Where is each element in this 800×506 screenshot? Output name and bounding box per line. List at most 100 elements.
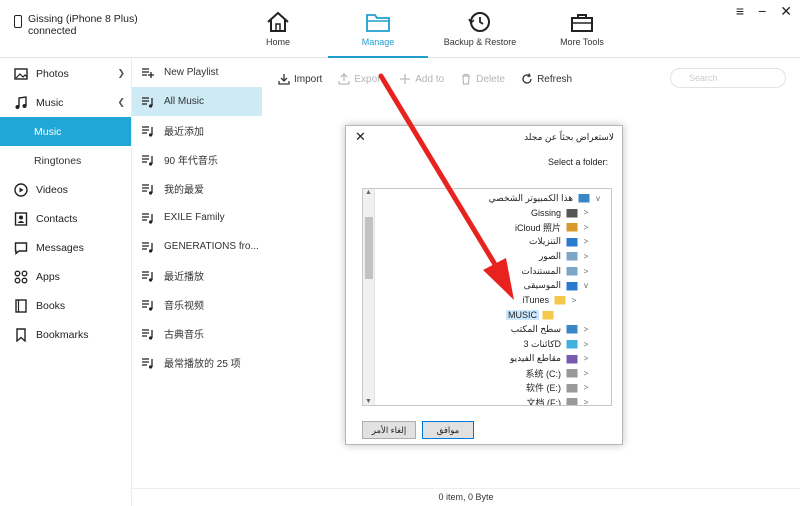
expand-chevron-icon[interactable]: > — [581, 325, 591, 334]
folder-tree-label: الصور — [538, 250, 561, 261]
playlist-icon — [142, 96, 153, 108]
expand-chevron-icon[interactable]: > — [581, 398, 591, 405]
playlist-item[interactable]: 最常播放的 25 项 — [132, 348, 262, 377]
folder-tree-label: 文档 (F:) — [526, 397, 562, 406]
tree-scrollbar[interactable]: ▲ ▼ — [363, 189, 375, 405]
folder-tree-node[interactable]: MUSIC — [506, 308, 567, 322]
sidebar-item-photos[interactable]: Photos ❯ — [0, 59, 131, 88]
playlist-item[interactable]: 音乐视频 — [132, 290, 262, 319]
sidebar-item-apps[interactable]: Apps — [0, 262, 131, 291]
sidebar-item-bookmarks[interactable]: Bookmarks — [0, 320, 131, 349]
sidebar-item-books[interactable]: Books — [0, 291, 131, 320]
nav-manage[interactable]: Manage — [328, 0, 428, 58]
scroll-up-icon[interactable]: ▲ — [365, 189, 372, 196]
expand-chevron-icon[interactable]: > — [581, 383, 591, 392]
dialog-prompt: Select a folder: — [547, 157, 608, 167]
expand-chevron-icon[interactable]: v — [581, 281, 591, 290]
search-input[interactable]: Search — [670, 68, 786, 88]
folder-tree-node[interactable]: > سطح المكتب — [509, 322, 591, 336]
import-button[interactable]: Import — [278, 73, 322, 85]
folder-tree-node[interactable]: > كائنات 3D — [522, 337, 591, 351]
folder-tree-node[interactable]: > الصور — [537, 249, 591, 263]
browse-folder-dialog: ✕ لاستعراض بحثاً عن مجلد Select a folder… — [345, 125, 623, 445]
playlist-label: 最近添加 — [164, 127, 204, 138]
toolbox-icon — [571, 14, 593, 32]
folder-tree-node[interactable]: > 软件 (E:) — [524, 381, 591, 395]
folder-tree[interactable]: ▲ ▼ v هذا الكمبيوتر الشخصي > Gissing > iCloud… — [362, 188, 612, 406]
cancel-button[interactable]: إلغاء الأمر — [362, 421, 416, 439]
folder-tree-node[interactable]: > iTunes — [520, 293, 579, 307]
expand-chevron-icon[interactable]: > — [581, 340, 591, 349]
sidebar-subitem-music[interactable]: Music — [0, 117, 131, 146]
playlist-item[interactable]: GENERATIONS fro... — [132, 232, 262, 261]
expand-chevron-icon[interactable]: > — [581, 237, 591, 246]
minimize-icon[interactable]: − — [758, 3, 766, 20]
nav-backup-restore[interactable]: Backup & Restore — [430, 0, 530, 58]
folder-icon — [366, 14, 390, 32]
delete-button[interactable]: Delete — [460, 73, 505, 85]
folder-tree-node[interactable]: > المستندات — [519, 264, 591, 278]
nav-more-tools[interactable]: More Tools — [532, 0, 632, 58]
playlist-label: 最近播放 — [164, 272, 204, 283]
scroll-thumb[interactable] — [365, 217, 373, 279]
sidebar-item-music[interactable]: Music ❮ — [0, 88, 131, 117]
sidebar-item-label: Music — [36, 96, 64, 109]
expand-chevron-icon[interactable]: > — [581, 354, 591, 363]
expand-chevron-icon[interactable]: v — [593, 194, 603, 203]
playlist-icon — [142, 328, 153, 340]
sidebar-item-messages[interactable]: Messages — [0, 233, 131, 262]
playlist-item[interactable]: 最近添加 — [132, 116, 262, 145]
folder-icon — [566, 208, 578, 218]
status-bar: 0 item, 0 Byte — [132, 488, 800, 506]
nav-backup-label: Backup & Restore — [443, 37, 517, 47]
sidebar-item-contacts[interactable]: Contacts — [0, 204, 131, 233]
home-icon — [267, 11, 289, 32]
playlist-item[interactable]: 古典音乐 — [132, 319, 262, 348]
playlist-item[interactable]: 我的最爱 — [132, 174, 262, 203]
folder-tree-label: 软件 (E:) — [526, 383, 561, 394]
add-to-button[interactable]: Add to — [399, 73, 444, 85]
folder-tree-node[interactable]: > iCloud 照片 — [513, 220, 591, 234]
play-circle-icon — [14, 182, 28, 197]
phone-icon — [14, 15, 22, 28]
ok-button[interactable]: موافق — [422, 421, 474, 439]
sidebar-item-videos[interactable]: Videos — [0, 175, 131, 204]
nav-home-label: Home — [265, 37, 290, 47]
expand-chevron-icon[interactable]: > — [581, 223, 591, 232]
playlist-item[interactable]: EXILE Family — [132, 203, 262, 232]
expand-chevron-icon[interactable]: > — [581, 369, 591, 378]
new-playlist-button[interactable]: New Playlist — [132, 58, 262, 87]
menu-icon[interactable]: ≡ — [736, 3, 744, 20]
expand-chevron-icon[interactable]: > — [581, 252, 591, 261]
dialog-close-icon[interactable]: ✕ — [355, 129, 366, 145]
folder-tree-node[interactable]: > 系统 (C:) — [524, 366, 592, 380]
folder-icon — [578, 194, 590, 203]
scroll-down-icon[interactable]: ▼ — [365, 398, 372, 405]
expand-chevron-icon[interactable]: > — [581, 208, 591, 217]
folder-tree-node[interactable]: v هذا الكمبيوتر الشخصي — [487, 191, 603, 205]
expand-chevron-icon[interactable]: > — [569, 296, 579, 305]
export-button[interactable]: Export — [338, 73, 383, 85]
folder-tree-node[interactable]: v الموسيقى — [522, 279, 591, 293]
sidebar-subitem-ringtones[interactable]: Ringtones — [0, 146, 131, 175]
playlist-item[interactable]: All Music — [132, 87, 262, 116]
device-info: Gissing (iPhone 8 Plus) connected — [14, 13, 138, 37]
folder-icon — [566, 237, 578, 247]
playlist-label: 古典音乐 — [164, 330, 204, 341]
folder-tree-node[interactable]: > Gissing — [529, 206, 591, 220]
folder-tree-node[interactable]: > 文档 (F:) — [525, 395, 592, 406]
nav-home[interactable]: Home — [228, 0, 328, 58]
sidebar-item-label: Books — [36, 299, 66, 312]
playlist-column: New Playlist All Music 最近添加 90 年代音乐 我的最爱 EXI… — [132, 58, 262, 488]
close-icon[interactable]: ✕ — [780, 3, 792, 20]
folder-tree-node[interactable]: > التنزيلات — [527, 235, 591, 249]
folder-tree-node[interactable]: > مقاطع الفيديو — [508, 352, 591, 366]
folder-tree-label: الموسيقى — [523, 280, 561, 291]
music-note-icon — [15, 95, 27, 109]
playlist-item[interactable]: 最近播放 — [132, 261, 262, 290]
expand-chevron-icon[interactable]: > — [581, 267, 591, 276]
folder-tree-label: هذا الكمبيوتر الشخصي — [488, 192, 573, 203]
playlist-item[interactable]: 90 年代音乐 — [132, 145, 262, 174]
folder-tree-label: Gissing — [530, 207, 561, 218]
refresh-button[interactable]: Refresh — [521, 73, 572, 85]
